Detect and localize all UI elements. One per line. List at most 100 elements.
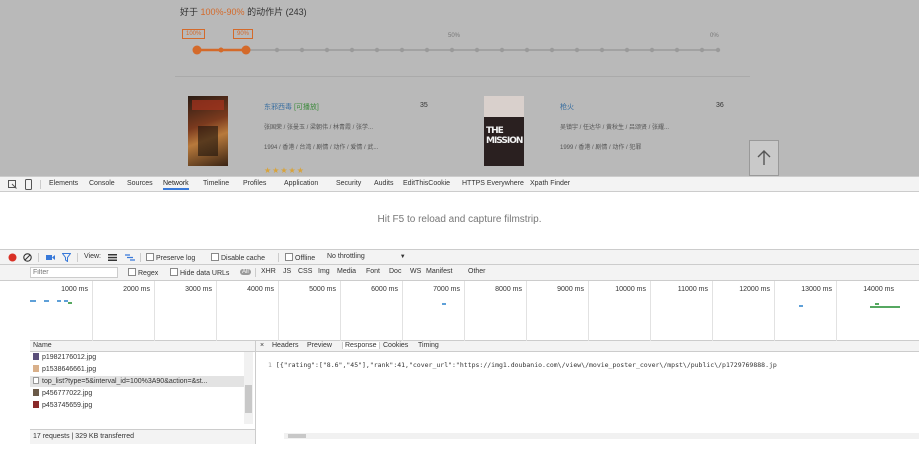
tab-preview[interactable]: Preview xyxy=(307,342,332,349)
tab-sources[interactable]: Sources xyxy=(127,180,153,187)
request-name: p453745659.jpg xyxy=(42,402,93,409)
request-row[interactable]: p453745659.jpg xyxy=(30,400,244,411)
response-hscrollbar[interactable] xyxy=(284,433,919,439)
chevron-down-icon: ▼ xyxy=(399,254,406,260)
filter-type-font[interactable]: Font xyxy=(366,268,380,275)
tab-response[interactable]: Response xyxy=(342,342,380,349)
tab-network[interactable]: Network xyxy=(163,180,189,190)
tab-security[interactable]: Security xyxy=(336,180,361,187)
network-toolbar: View: Preserve log Disable cache Offline… xyxy=(0,249,919,265)
tab-editthiscookie[interactable]: EditThisCookie xyxy=(403,180,450,187)
scrollbar-thumb[interactable] xyxy=(288,434,306,438)
movie-title-text[interactable]: 枪火 xyxy=(560,104,574,111)
filter-type-ws[interactable]: WS xyxy=(410,268,421,275)
timeline-tick: 12000 ms xyxy=(739,286,770,293)
slider-tick-0: 0% xyxy=(710,33,719,39)
request-name: p1982176012.jpg xyxy=(42,354,97,361)
view-label: View: xyxy=(84,253,101,260)
scrollbar-thumb[interactable] xyxy=(245,385,252,413)
throttling-select[interactable]: No throttling ▼ xyxy=(327,253,406,260)
record-icon[interactable] xyxy=(8,253,17,262)
name-column-header[interactable]: Name xyxy=(30,341,255,352)
timeline-tick: 9000 ms xyxy=(557,286,584,293)
movie-title[interactable]: 东邪西毒 [可播放] xyxy=(264,102,319,112)
timeline-tick: 11000 ms xyxy=(677,286,708,293)
request-row[interactable]: p1982176012.jpg xyxy=(30,352,244,363)
movie-rank: 36 xyxy=(716,102,724,109)
tab-https-everywhere[interactable]: HTTPS Everywhere xyxy=(462,180,524,187)
filter-type-other[interactable]: Other xyxy=(468,268,486,275)
disable-cache-checkbox[interactable]: Disable cache xyxy=(211,253,265,262)
clear-icon[interactable] xyxy=(23,253,32,262)
detail-tab-bar: × Headers Preview Response Cookies Timin… xyxy=(256,341,919,352)
movie-poster[interactable] xyxy=(188,96,228,166)
image-file-icon xyxy=(33,365,39,372)
tab-xpath-finder[interactable]: Xpath Finder xyxy=(530,180,570,187)
filter-type-img[interactable]: Img xyxy=(318,268,330,275)
slider-tag-high: 100% xyxy=(182,29,206,39)
movie-rank: 35 xyxy=(420,102,428,109)
regex-checkbox[interactable]: Regex xyxy=(128,268,158,277)
filter-type-manifest[interactable]: Manifest xyxy=(426,268,452,275)
timeline-tick: 2000 ms xyxy=(123,286,150,293)
request-list-scrollbar[interactable] xyxy=(244,352,253,424)
webpage-viewport: 好于 100%-90% 的动作片 (243) 100% 90% 50% 0% 东… xyxy=(0,0,919,176)
request-bar xyxy=(799,305,803,307)
timeline-tick: 14000 ms xyxy=(863,286,894,293)
back-to-top-button[interactable] xyxy=(749,140,779,176)
filter-type-all[interactable]: All xyxy=(240,269,251,275)
tab-profiles[interactable]: Profiles xyxy=(243,180,266,187)
preserve-log-label: Preserve log xyxy=(156,255,196,262)
request-row[interactable]: p1538646661.jpg xyxy=(30,364,244,375)
hide-data-urls-checkbox[interactable]: Hide data URLs xyxy=(170,268,229,277)
filter-type-media[interactable]: Media xyxy=(337,268,356,275)
filmstrip-message: Hit F5 to reload and capture filmstrip. xyxy=(377,214,542,225)
request-row-selected[interactable]: top_list?type=5&interval_id=100%3A90&act… xyxy=(30,376,244,387)
preserve-log-checkbox[interactable]: Preserve log xyxy=(146,253,195,262)
image-file-icon xyxy=(33,389,39,396)
overview-icon[interactable] xyxy=(125,254,135,261)
request-row[interactable]: p456777022.jpg xyxy=(30,388,244,399)
close-icon[interactable]: × xyxy=(260,342,264,349)
tab-elements[interactable]: Elements xyxy=(49,180,78,187)
tab-cookies[interactable]: Cookies xyxy=(383,342,408,349)
tab-headers[interactable]: Headers xyxy=(272,342,298,349)
movie-title-text[interactable]: 东邪西毒 xyxy=(264,104,292,111)
header-percent: 100%-90% xyxy=(200,7,245,17)
rating-stars: ★★★★★ xyxy=(264,166,305,175)
filter-bar: Regex Hide data URLs All XHR JS CSS Img … xyxy=(0,265,919,281)
tab-timing[interactable]: Timing xyxy=(418,342,439,349)
tab-timeline[interactable]: Timeline xyxy=(203,180,229,187)
network-overview-timeline[interactable]: 1000 ms 2000 ms 3000 ms 4000 ms 5000 ms … xyxy=(30,281,919,341)
request-bar xyxy=(442,303,446,305)
slider-tag-low: 90% xyxy=(233,29,254,39)
filter-type-css[interactable]: CSS xyxy=(298,268,312,275)
response-body[interactable]: 1 [{"rating":["8.6","45"],"rank":41,"cove… xyxy=(268,361,777,369)
offline-label: Offline xyxy=(295,255,316,262)
filter-icon[interactable] xyxy=(62,253,71,262)
filter-type-doc[interactable]: Doc xyxy=(389,268,401,275)
disable-cache-label: Disable cache xyxy=(221,255,265,262)
rating-range-slider[interactable] xyxy=(190,43,730,57)
tab-console[interactable]: Console xyxy=(89,180,115,187)
request-bar xyxy=(30,300,36,302)
device-toolbar-icon[interactable] xyxy=(24,179,33,190)
filter-type-js[interactable]: JS xyxy=(283,268,291,275)
tab-application[interactable]: Application xyxy=(284,180,318,187)
tab-audits[interactable]: Audits xyxy=(374,180,393,187)
page-bottom xyxy=(0,444,919,460)
timeline-tick: 10000 ms xyxy=(615,286,646,293)
arrow-up-icon xyxy=(757,150,771,165)
filter-type-xhr[interactable]: XHR xyxy=(261,268,276,275)
movie-poster[interactable]: THE MISSION xyxy=(484,96,524,166)
filter-input[interactable] xyxy=(30,267,118,278)
timeline-tick: 13000 ms xyxy=(801,286,832,293)
movie-title[interactable]: 枪火 xyxy=(560,102,574,112)
video-capture-icon[interactable] xyxy=(46,254,55,261)
inspect-element-icon[interactable] xyxy=(8,180,17,189)
movie-cast: 吴镇宇 / 任达华 / 黄秋生 / 吕颂贤 / 张耀... xyxy=(560,125,670,131)
response-text: [{"rating":["8.6","45"],"rank":41,"cover… xyxy=(275,361,777,369)
large-rows-icon[interactable] xyxy=(108,254,117,261)
timeline-tick: 1000 ms xyxy=(61,286,88,293)
offline-checkbox[interactable]: Offline xyxy=(285,253,315,262)
